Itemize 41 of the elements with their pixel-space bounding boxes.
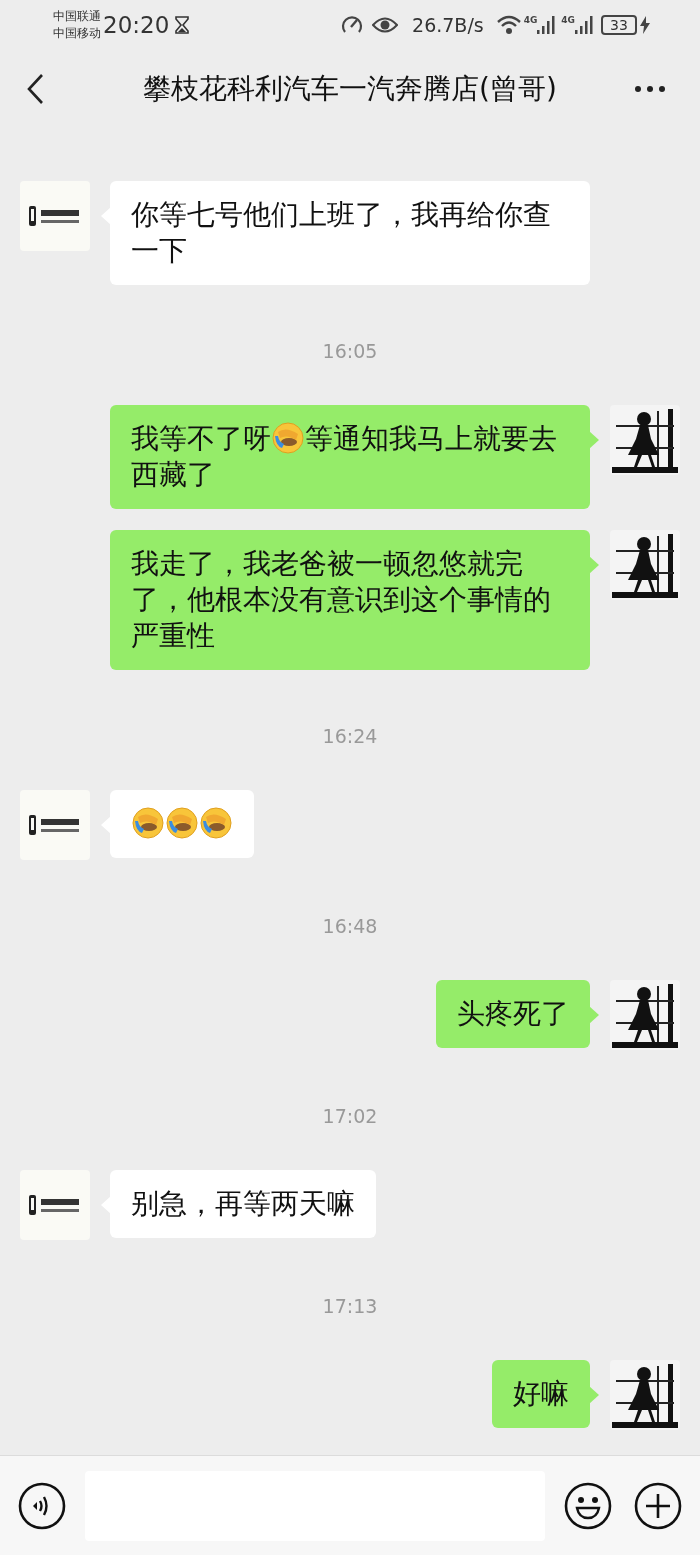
more-icon[interactable] [634, 85, 666, 93]
signal-bars-icon [575, 16, 593, 34]
message-bubble[interactable]: 头疼死了 [436, 980, 590, 1048]
network-type-label: 4G [523, 16, 538, 25]
wifi-icon [495, 14, 522, 36]
clock-time: 20:20 [103, 10, 170, 40]
network-type-label: 4G [561, 16, 575, 25]
voice-icon[interactable] [18, 1481, 66, 1530]
message-timestamp: 16:48 [322, 916, 378, 936]
logo-icon [29, 815, 81, 835]
message-timestamp: 16:05 [322, 341, 378, 361]
network-speed: 26.7B/s [412, 12, 484, 38]
contact-avatar[interactable] [20, 790, 90, 860]
smiley-icon[interactable] [564, 1481, 612, 1530]
back-chevron-icon[interactable] [26, 73, 44, 105]
eye-icon [372, 16, 399, 34]
crying-face-icon [200, 807, 232, 839]
message-bubble[interactable]: 好嘛 [492, 1360, 590, 1428]
message-bubble[interactable]: 你等七号他们上班了，我再给你查一下 [110, 181, 590, 285]
contact-avatar[interactable] [20, 1170, 90, 1240]
crying-face-icon [166, 807, 198, 839]
crying-face-icon [132, 807, 164, 839]
logo-icon [29, 1195, 81, 1215]
carrier-name: 中国联通 [53, 8, 101, 25]
crying-face-icon [272, 422, 304, 454]
message-bubble[interactable] [110, 790, 254, 858]
message-bubble[interactable]: 我走了，我老爸被一顿忽悠就完了，他根本没有意识到这个事情的严重性 [110, 530, 590, 670]
message-bubble[interactable]: 我等不了呀 等通知我马上就要去西藏了 [110, 405, 590, 509]
message-timestamp: 17:02 [322, 1106, 378, 1126]
plus-icon[interactable] [634, 1481, 682, 1530]
signal-bars-icon [537, 16, 556, 34]
logo-icon [29, 206, 81, 226]
hourglass-icon [175, 16, 190, 34]
message-timestamp: 17:13 [322, 1296, 378, 1316]
chat-title: 攀枝花科利汽车一汽奔腾店(曾哥) [143, 71, 557, 107]
message-bubble[interactable]: 别急，再等两天嘛 [110, 1170, 376, 1238]
charging-bolt-icon [640, 16, 650, 34]
contact-avatar[interactable] [20, 181, 90, 251]
battery-icon: 33 [601, 15, 637, 35]
carrier-name: 中国移动 [53, 25, 101, 42]
message-timestamp: 16:24 [322, 726, 378, 746]
